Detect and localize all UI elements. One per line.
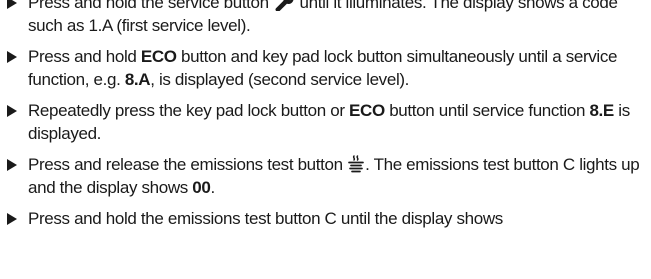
instruction-step: Press and release the emissions test but… bbox=[0, 153, 651, 199]
emphasized-term: 8.E bbox=[589, 101, 614, 120]
emphasized-term: 8.A bbox=[124, 70, 151, 89]
instruction-step: Press and hold the emissions test button… bbox=[0, 207, 651, 230]
instruction-text: Press and hold the emissions test button… bbox=[28, 209, 503, 228]
text-run: Press and hold the emissions test button… bbox=[28, 209, 503, 228]
bullet-arrow-icon bbox=[6, 99, 20, 122]
emphasized-term: ECO bbox=[349, 101, 385, 120]
bullet-arrow-icon bbox=[6, 0, 20, 14]
emissions-test-icon bbox=[348, 155, 364, 173]
instruction-list: Press and hold the service button until … bbox=[0, 0, 651, 238]
text-run: . bbox=[210, 178, 216, 197]
wrench-icon bbox=[274, 0, 294, 11]
bullet-arrow-icon bbox=[6, 45, 20, 68]
instruction-text: Press and hold ECO button and key pad lo… bbox=[28, 47, 617, 89]
text-run: Press and hold bbox=[28, 47, 141, 66]
instruction-text: Press and release the emissions test but… bbox=[28, 155, 640, 197]
text-run: Repeatedly press the key pad lock button… bbox=[28, 101, 350, 120]
text-run: Press and hold the service button bbox=[28, 0, 274, 12]
instruction-text: Press and hold the service button until … bbox=[28, 0, 618, 35]
text-run: Press and release the emissions test but… bbox=[28, 155, 348, 174]
text-run: , is displayed (second service level). bbox=[150, 70, 410, 89]
emphasized-term: 00 bbox=[192, 178, 211, 197]
instruction-step: Repeatedly press the key pad lock button… bbox=[0, 99, 651, 145]
bullet-arrow-icon bbox=[6, 153, 20, 176]
emphasized-term: ECO bbox=[140, 47, 177, 66]
instruction-text: Repeatedly press the key pad lock button… bbox=[28, 101, 630, 143]
text-run: button until service function bbox=[384, 101, 590, 120]
instruction-step: Press and hold ECO button and key pad lo… bbox=[0, 45, 651, 91]
bullet-arrow-icon bbox=[6, 207, 20, 230]
instruction-step: Press and hold the service button until … bbox=[0, 0, 651, 37]
